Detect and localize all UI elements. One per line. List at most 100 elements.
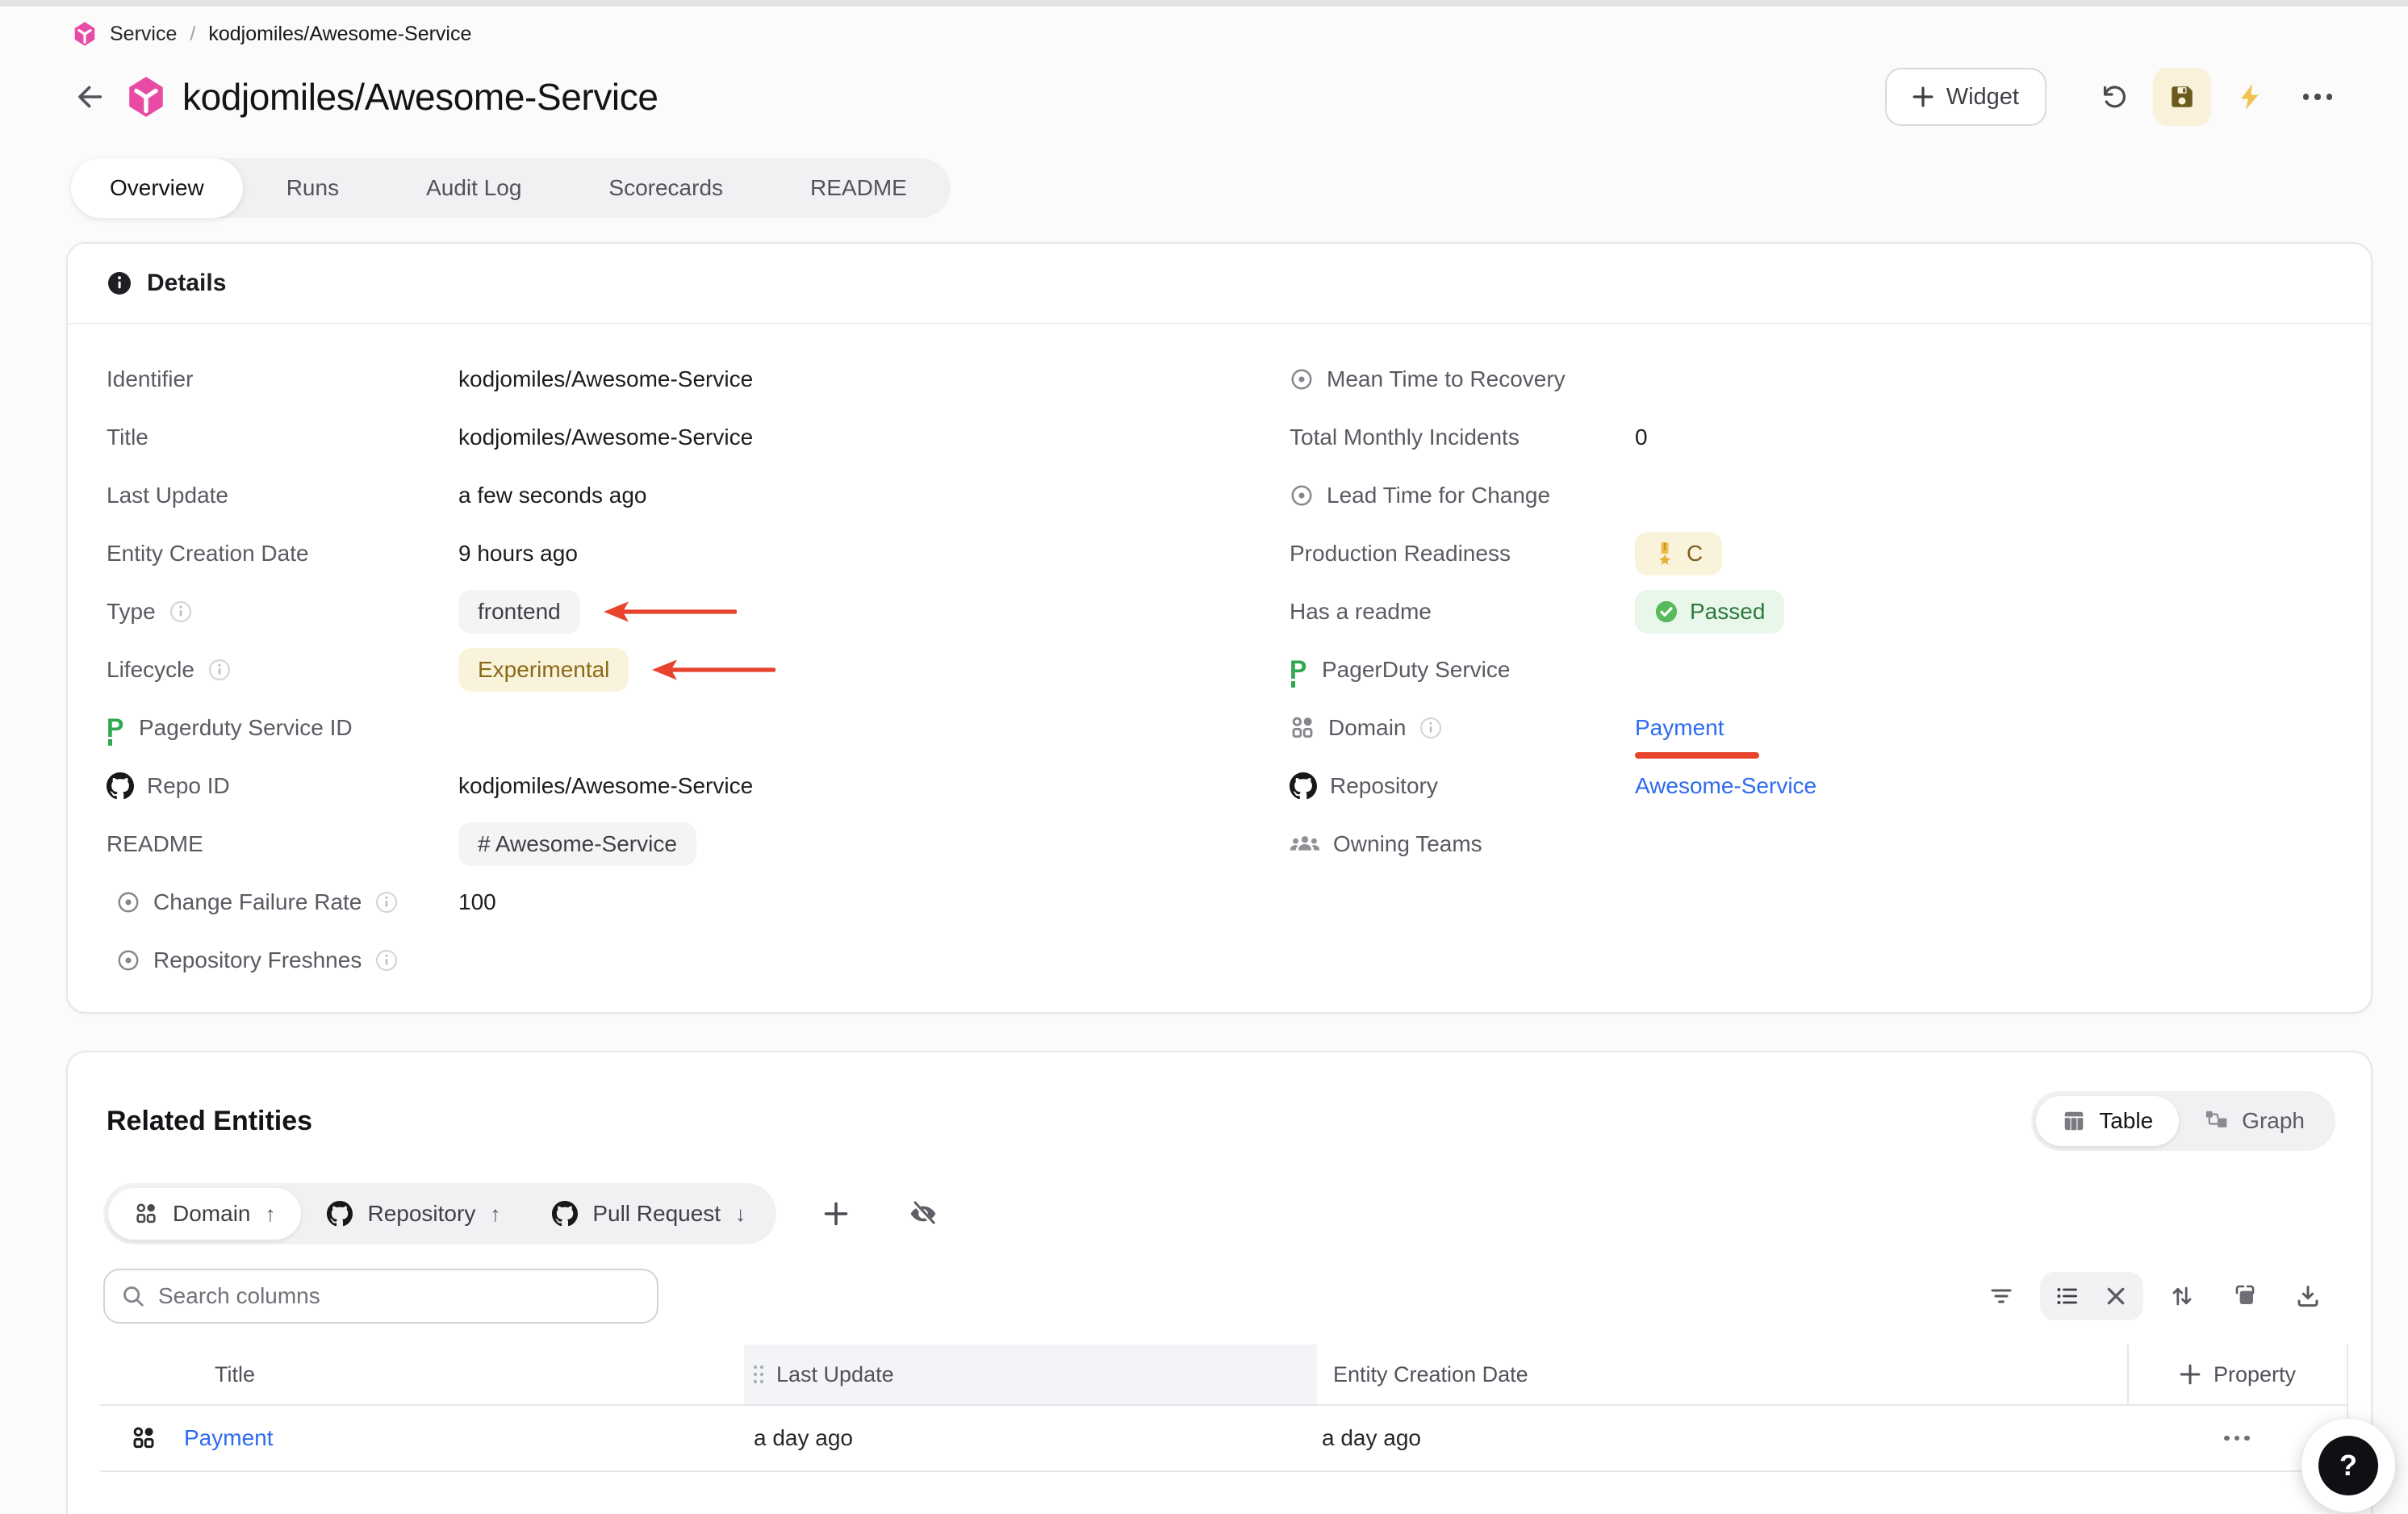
- plus-icon: [1913, 86, 1934, 107]
- domain-icon: [134, 1202, 158, 1226]
- repository-link[interactable]: Awesome-Service: [1635, 773, 1816, 799]
- table-view-label: Table: [2099, 1108, 2153, 1134]
- scorecard-target-icon: [1290, 367, 1314, 391]
- row-label: README: [107, 831, 203, 857]
- info-icon[interactable]: [1419, 716, 1443, 740]
- tab-overview[interactable]: Overview: [71, 158, 243, 218]
- info-icon[interactable]: [374, 948, 399, 972]
- scorecard-target-icon: [1290, 483, 1314, 508]
- help-button[interactable]: ?: [2301, 1419, 2395, 1512]
- table-view-button[interactable]: Table: [2036, 1096, 2179, 1146]
- page-title: kodjomiles/Awesome-Service: [182, 75, 658, 119]
- ai-actions-button[interactable]: [2221, 68, 2279, 126]
- detail-row-lifecycle: Lifecycle Experimental: [107, 641, 1236, 699]
- column-header-title[interactable]: Title: [100, 1345, 744, 1404]
- team-icon: [1290, 833, 1320, 855]
- annotation-arrow-left-icon: [601, 600, 737, 624]
- table-tools: [1977, 1272, 2332, 1320]
- add-widget-button[interactable]: Widget: [1885, 68, 2046, 126]
- entity-chip-repository[interactable]: Repository ↑: [301, 1188, 526, 1240]
- detail-row-domain: Domain Payment: [1290, 699, 2339, 757]
- breadcrumb-current: kodjomiles/Awesome-Service: [208, 23, 471, 46]
- search-columns-box: [103, 1269, 658, 1324]
- github-icon: [552, 1201, 578, 1227]
- direction-down-icon: ↓: [735, 1202, 746, 1227]
- related-entities-table: Title Last Update Entity Creation Date P…: [100, 1345, 2348, 1472]
- hide-empty-toggle-eye-off-icon[interactable]: [899, 1190, 947, 1238]
- info-icon[interactable]: [169, 600, 193, 624]
- sort-icon[interactable]: [2158, 1272, 2206, 1320]
- pagerduty-icon: P: [1290, 659, 1309, 681]
- graph-view-label: Graph: [2242, 1108, 2305, 1134]
- plus-icon: [2180, 1364, 2201, 1385]
- copy-icon[interactable]: [2221, 1272, 2269, 1320]
- direction-up-icon: ↑: [490, 1202, 500, 1227]
- annotation-arrow-left-icon: [650, 658, 775, 682]
- column-header-label: Last Update: [776, 1362, 894, 1387]
- search-columns-input[interactable]: [158, 1283, 641, 1309]
- download-icon[interactable]: [2284, 1272, 2332, 1320]
- question-mark-icon: ?: [2318, 1436, 2378, 1495]
- detail-row-repository: Repository Awesome-Service: [1290, 757, 2339, 815]
- row-label: Identifier: [107, 366, 193, 392]
- entity-chip-label: Repository: [367, 1201, 475, 1227]
- group-by-pill: [2040, 1272, 2143, 1320]
- row-label: Last Update: [107, 483, 228, 508]
- domain-link[interactable]: Payment: [1635, 715, 1724, 741]
- detail-row-repository-freshnes: Repository Freshnes: [107, 931, 1236, 989]
- add-property-button[interactable]: Property: [2127, 1345, 2348, 1404]
- info-icon[interactable]: [374, 890, 399, 914]
- row-entity-link[interactable]: Payment: [184, 1425, 274, 1451]
- tab-readme[interactable]: README: [767, 158, 951, 218]
- row-label: Type: [107, 599, 156, 625]
- add-related-entity-button[interactable]: [812, 1190, 860, 1238]
- github-icon: [1290, 772, 1317, 800]
- github-icon: [107, 772, 134, 800]
- detail-row-pagerduty-service-id: P Pagerduty Service ID: [107, 699, 1236, 757]
- row-label: Change Failure Rate: [153, 889, 362, 915]
- entity-chip-domain[interactable]: Domain ↑: [108, 1188, 301, 1240]
- detail-row-mean-time-to-recovery: Mean Time to Recovery: [1290, 350, 2339, 408]
- detail-row-owning-teams: Owning Teams: [1290, 815, 2339, 873]
- graph-view-button[interactable]: Graph: [2179, 1096, 2331, 1146]
- more-options-button[interactable]: [2289, 68, 2347, 126]
- check-circle-icon: [1654, 600, 1678, 624]
- entity-chip-pull-request[interactable]: Pull Request ↓: [526, 1188, 771, 1240]
- detail-row-change-failure-rate: Change Failure Rate 100: [107, 873, 1236, 931]
- breadcrumb-separator: /: [190, 23, 195, 46]
- drag-handle-icon[interactable]: [752, 1364, 765, 1385]
- header-actions: Widget: [1885, 68, 2347, 126]
- info-icon[interactable]: [207, 658, 232, 682]
- row-label: Production Readiness: [1290, 541, 1511, 567]
- tab-runs[interactable]: Runs: [243, 158, 383, 218]
- details-card: Details Identifier kodjomiles/Awesome-Se…: [66, 242, 2372, 1014]
- search-icon: [121, 1284, 145, 1308]
- breadcrumb-root-link[interactable]: Service: [110, 23, 177, 46]
- service-cube-icon: [126, 75, 166, 119]
- details-title: Details: [147, 270, 226, 297]
- production-readiness-chip: C: [1635, 532, 1722, 575]
- details-card-header: Details: [68, 244, 2371, 324]
- row-label: Lead Time for Change: [1327, 483, 1550, 508]
- row-value: 100: [458, 889, 496, 915]
- row-value: kodjomiles/Awesome-Service: [458, 366, 753, 392]
- column-header-entity-creation-date[interactable]: Entity Creation Date: [1317, 1345, 2127, 1404]
- undo-button[interactable]: [2085, 68, 2143, 126]
- row-label: Repository: [1330, 773, 1438, 799]
- column-header-last-update[interactable]: Last Update: [744, 1345, 1317, 1404]
- add-property-label: Property: [2214, 1362, 2296, 1387]
- tab-audit-log[interactable]: Audit Log: [383, 158, 565, 218]
- clear-group-by-x-icon[interactable]: [2092, 1272, 2140, 1320]
- row-label: Owning Teams: [1333, 831, 1482, 857]
- row-value: 0: [1635, 425, 1648, 450]
- top-strip: [0, 0, 2408, 6]
- group-by-list-icon[interactable]: [2043, 1272, 2092, 1320]
- tab-scorecards[interactable]: Scorecards: [565, 158, 767, 218]
- row-label: Total Monthly Incidents: [1290, 425, 1520, 450]
- back-button[interactable]: [73, 82, 105, 111]
- detail-row-pagerduty-service: P PagerDuty Service: [1290, 641, 2339, 699]
- save-button[interactable]: [2153, 68, 2211, 126]
- filter-icon[interactable]: [1977, 1272, 2025, 1320]
- cell-entity-creation-date: a day ago: [1317, 1425, 2127, 1451]
- grade-label: C: [1687, 541, 1703, 567]
